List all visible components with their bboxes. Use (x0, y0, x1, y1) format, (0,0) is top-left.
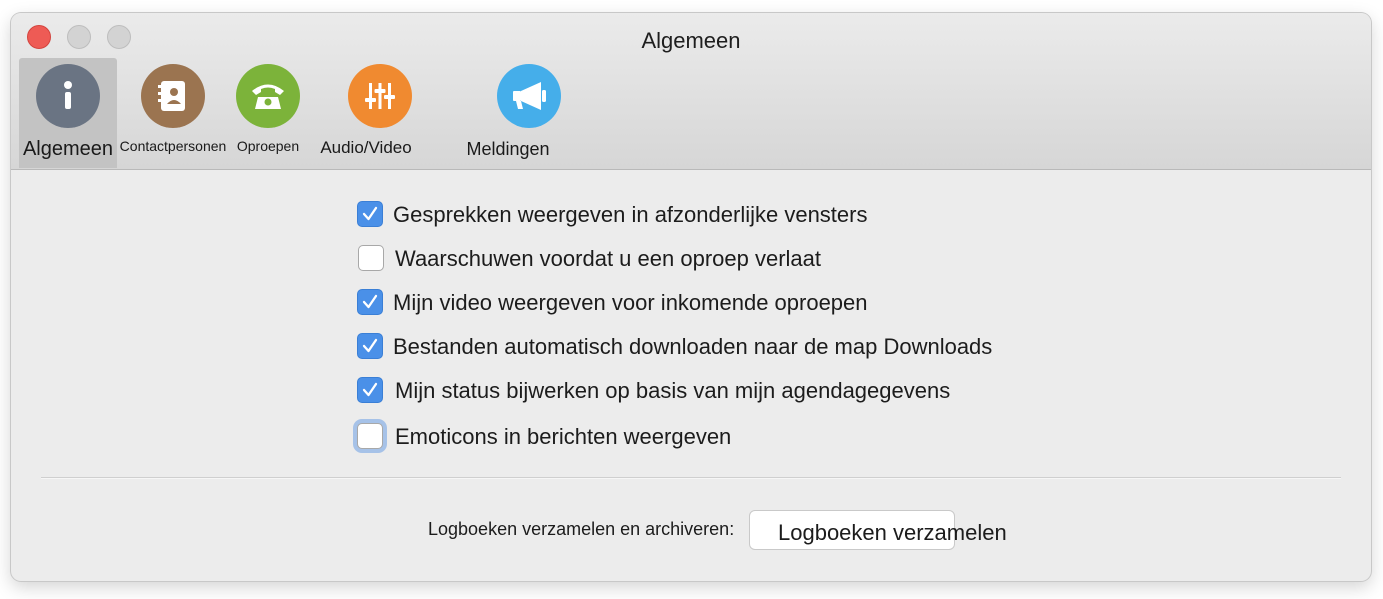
checkbox-unchecked-focused[interactable] (357, 423, 383, 449)
checkbox-unchecked[interactable] (358, 245, 384, 271)
option-label: Mijn status bijwerken op basis van mijn … (395, 378, 951, 403)
tab-meldingen[interactable]: Meldingen (463, 58, 561, 168)
address-book-icon (141, 64, 205, 128)
collect-logs-button-label: Logboeken verzamelen (778, 520, 1007, 545)
checkbox-checked[interactable] (357, 201, 383, 227)
sliders-icon (348, 64, 412, 128)
collect-logs-button[interactable]: Logboeken verzamelen (749, 510, 1007, 550)
tab-label: Audio/Video (320, 138, 412, 157)
checkbox-checked[interactable] (357, 333, 383, 359)
tab-algemeen[interactable]: Algemeen (19, 58, 117, 168)
collect-logs-label: Logboeken verzamelen en archiveren: (428, 519, 735, 539)
tab-audio-video[interactable]: Audio/Video (317, 58, 415, 168)
option-label: Waarschuwen voordat u een oproep verlaat (395, 246, 821, 271)
checkbox-checked[interactable] (357, 289, 383, 315)
info-icon (36, 64, 100, 128)
option-label: Gesprekken weergeven in afzonderlijke ve… (393, 202, 868, 227)
telephone-icon (236, 64, 300, 128)
option-label: Emoticons in berichten weergeven (395, 424, 732, 449)
tab-oproepen[interactable]: Oproepen (233, 58, 303, 168)
section-divider (41, 477, 1341, 479)
checkbox-checked[interactable] (357, 377, 383, 403)
tab-contactpersonen[interactable]: Contactpersonen (120, 58, 226, 168)
window-title: Algemeen (641, 28, 741, 53)
preferences-window: Algemeen Algemeen Contactpersonen Oproep… (11, 13, 1371, 581)
megaphone-icon (497, 64, 561, 128)
title-bar: Algemeen Algemeen Contactpersonen Oproep… (11, 13, 1371, 170)
option-label: Mijn video weergeven voor inkomende opro… (393, 290, 868, 315)
tab-label: Meldingen (466, 139, 550, 159)
option-label: Bestanden automatisch downloaden naar de… (393, 334, 993, 359)
